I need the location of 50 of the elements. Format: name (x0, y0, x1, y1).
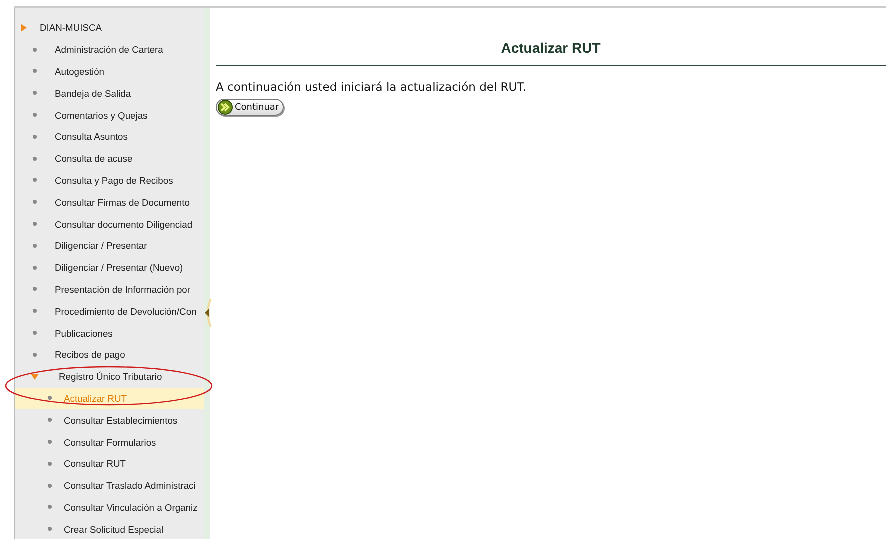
expanded-arrow-icon[interactable] (31, 372, 39, 381)
bullet-icon (33, 331, 37, 336)
page-title: Actualizar RUT (500, 39, 602, 58)
double-chevron-icon (218, 100, 233, 115)
bullet-icon (48, 484, 52, 488)
bullet-icon (33, 266, 37, 270)
menu-item[interactable]: Consultar documento Diligenciad (55, 218, 193, 230)
menu-item[interactable]: Diligenciar / Presentar (Nuevo) (55, 262, 184, 274)
menu-item[interactable]: Recibos de pago (55, 349, 126, 360)
menu-item[interactable]: Diligenciar / Presentar (55, 240, 148, 252)
bullet-icon (33, 222, 37, 226)
bullet-icon (33, 287, 37, 292)
menu-item[interactable]: Consultar Establecimientos (64, 414, 178, 426)
bullet-icon (33, 309, 37, 314)
bullet-icon (33, 48, 37, 52)
menu-item[interactable]: Bandeja de Salida (55, 88, 132, 99)
menu-item[interactable]: Consulta y Pago de Recibos (55, 174, 174, 186)
menu-item[interactable]: Presentación de Información por (55, 284, 190, 295)
bullet-icon (33, 91, 37, 96)
menu-item[interactable]: Publicaciones (55, 328, 113, 339)
menu-item[interactable]: Autogestión (55, 66, 105, 77)
bullet-icon (33, 156, 37, 161)
menu-item[interactable]: Consultar Firmas de Documento (55, 196, 190, 208)
bullet-icon (48, 418, 52, 422)
menu-item[interactable]: Consulta de acuse (55, 153, 133, 164)
bullet-icon (48, 462, 52, 466)
menu-item[interactable]: Crear Solicitud Especial (64, 524, 164, 535)
menu-item[interactable]: Consultar Traslado Administraci (64, 480, 196, 492)
bullet-icon (48, 396, 52, 400)
tree-node[interactable]: DIAN-MUISCA (40, 22, 102, 34)
menu-item[interactable]: Comentarios y Quejas (55, 110, 148, 121)
menu-item[interactable]: Administración de Cartera (55, 44, 164, 56)
bullet-icon (33, 69, 37, 74)
tree-node[interactable]: Registro Único Tributario (59, 371, 162, 382)
bullet-icon (33, 244, 37, 248)
menu-item[interactable]: Consulta Asuntos (55, 131, 128, 142)
bullet-icon (33, 200, 37, 204)
bullet-icon (33, 134, 37, 139)
menu-item[interactable]: Consultar Vinculación a Organiz (64, 502, 198, 513)
bullet-icon (48, 505, 52, 510)
info-text: A continuación usted iniciará la actualización del RUT. (216, 80, 528, 94)
continue-button[interactable]: Continuar (216, 99, 284, 116)
bullet-icon (33, 113, 37, 118)
bullet-icon (33, 178, 37, 182)
menu-item[interactable]: Consultar RUT (64, 458, 126, 470)
bullet-icon (33, 352, 37, 357)
menu-item[interactable]: Consultar Formularios (64, 436, 156, 448)
bullet-icon (48, 527, 52, 532)
bullet-icon (48, 440, 52, 444)
menu-item[interactable]: Procedimiento de Devolución/Con (55, 306, 197, 317)
